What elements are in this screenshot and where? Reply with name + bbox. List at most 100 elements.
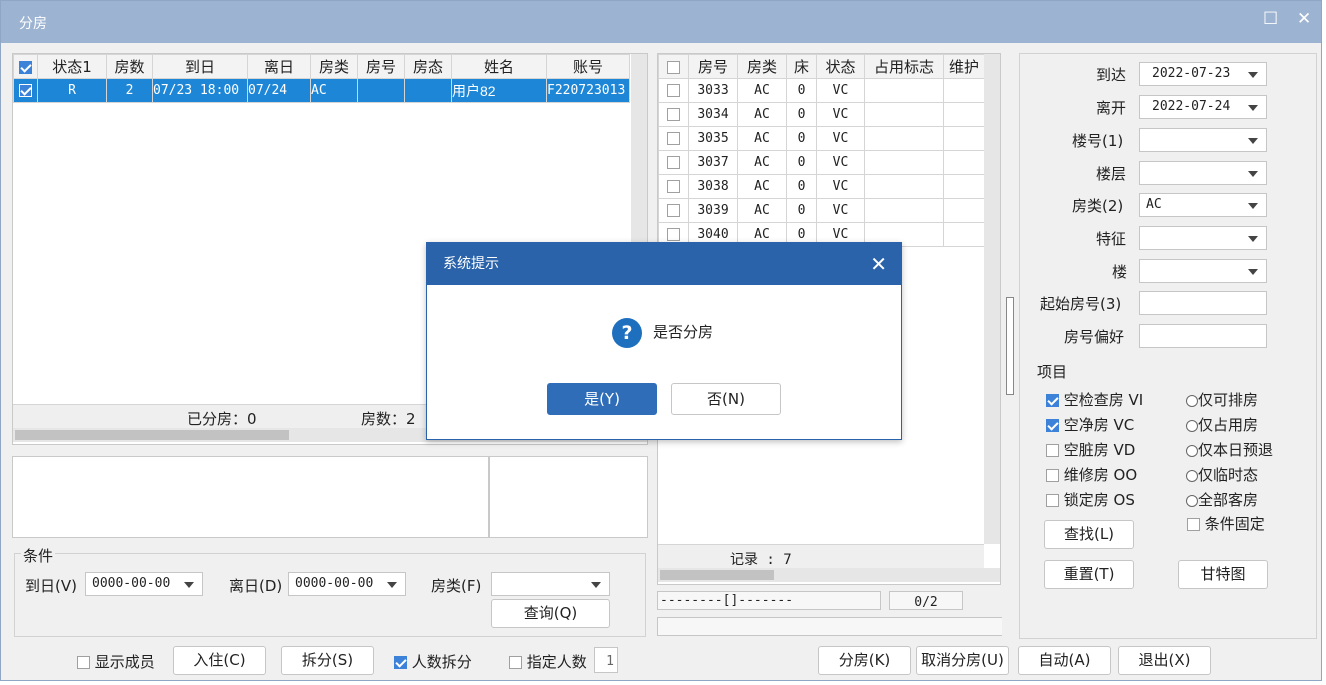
room-state-checkbox[interactable]: 维修房 OO bbox=[1046, 464, 1137, 485]
col-occupancy[interactable]: 占用标志 bbox=[864, 54, 944, 79]
room-hscroll[interactable] bbox=[658, 568, 1000, 582]
start-room-input[interactable] bbox=[1139, 291, 1267, 315]
feature-dropdown[interactable] bbox=[1139, 226, 1267, 250]
row-checkbox[interactable] bbox=[13, 78, 38, 103]
col-room-type[interactable]: 房类 bbox=[737, 54, 787, 79]
start-room-label: 起始房号(3) bbox=[1040, 295, 1122, 313]
row-checkbox[interactable] bbox=[658, 174, 689, 199]
room-scope-radio[interactable]: 仅临时态 bbox=[1186, 464, 1258, 485]
row-checkbox[interactable] bbox=[658, 102, 689, 127]
assign-room-button[interactable]: 分房(K) bbox=[818, 646, 911, 675]
room-scope-radio[interactable]: 仅占用房 bbox=[1186, 414, 1258, 435]
dialog-title: 系统提示 bbox=[443, 256, 499, 272]
chevron-down-icon bbox=[387, 582, 397, 588]
cell-occupancy bbox=[864, 102, 944, 127]
cell-room-no: 3037 bbox=[688, 150, 738, 175]
room-scope-radio[interactable]: 仅本日预退 bbox=[1186, 439, 1273, 460]
room-scope-radio[interactable]: 仅可排房 bbox=[1186, 389, 1258, 410]
yes-button[interactable]: 是(Y) bbox=[547, 383, 657, 415]
cell-occupancy bbox=[864, 198, 944, 223]
col-maintenance[interactable]: 维护 bbox=[943, 54, 985, 79]
reservation-table: 状态1 房数 到日 离日 房类 房号 房态 姓名 账号 R 2 07/23 18… bbox=[13, 54, 630, 103]
progress-count: 0/2 bbox=[889, 591, 963, 610]
col-room-no[interactable]: 房号 bbox=[688, 54, 738, 79]
row-checkbox[interactable] bbox=[658, 78, 689, 103]
building-dropdown[interactable] bbox=[1139, 128, 1267, 152]
status-strip bbox=[657, 617, 1002, 636]
table-row[interactable]: 3033 AC 0 VC bbox=[658, 78, 985, 103]
auto-button[interactable]: 自动(A) bbox=[1018, 646, 1111, 675]
row-checkbox[interactable] bbox=[658, 198, 689, 223]
depart-date-dropdown[interactable]: 0000-00-00 bbox=[288, 572, 406, 596]
col-name[interactable]: 姓名 bbox=[451, 54, 547, 79]
room-select-all-checkbox[interactable] bbox=[658, 54, 689, 79]
room-state-checkbox[interactable]: 空脏房 VD bbox=[1046, 439, 1135, 460]
table-row[interactable]: 3035 AC 0 VC bbox=[658, 126, 985, 151]
specify-people-checkbox[interactable]: 指定人数 bbox=[509, 651, 587, 672]
cell-name: 用户82 bbox=[451, 78, 547, 103]
split-button[interactable]: 拆分(S) bbox=[281, 646, 374, 675]
checkin-button[interactable]: 入住(C) bbox=[173, 646, 266, 675]
cancel-assign-button[interactable]: 取消分房(U) bbox=[916, 646, 1009, 675]
dialog-message: 是否分房 bbox=[653, 323, 714, 341]
room-state-checkbox[interactable]: 空净房 VC bbox=[1046, 414, 1134, 435]
floor-label: 楼层 bbox=[1096, 165, 1127, 183]
chevron-down-icon bbox=[1248, 203, 1258, 209]
table-row[interactable]: 3037 AC 0 VC bbox=[658, 150, 985, 175]
find-button[interactable]: 查找(L) bbox=[1044, 520, 1134, 549]
col-status[interactable]: 状态1 bbox=[37, 54, 107, 79]
arrive-label: 到达 bbox=[1096, 66, 1127, 84]
room-type-dropdown[interactable] bbox=[491, 572, 610, 596]
table-row[interactable]: 3039 AC 0 VC bbox=[658, 198, 985, 223]
room-pref-input[interactable] bbox=[1139, 324, 1267, 348]
cell-bed: 0 bbox=[786, 126, 817, 151]
roomtype-filter-dropdown[interactable]: AC bbox=[1139, 193, 1267, 217]
maximize-icon[interactable]: ☐ bbox=[1263, 9, 1278, 29]
panel-splitter-handle[interactable] bbox=[1006, 297, 1014, 395]
arrive-date-dropdown[interactable]: 0000-00-00 bbox=[85, 572, 203, 596]
room-state-checkbox[interactable]: 空检查房 VI bbox=[1046, 389, 1143, 410]
reset-button[interactable]: 重置(T) bbox=[1044, 560, 1134, 589]
col-type[interactable]: 房类 bbox=[310, 54, 358, 79]
col-count[interactable]: 房数 bbox=[106, 54, 153, 79]
dialog-close-icon[interactable]: ✕ bbox=[870, 243, 887, 285]
arrive-dropdown[interactable]: 2022-07-23 bbox=[1139, 62, 1267, 86]
no-button[interactable]: 否(N) bbox=[671, 383, 781, 415]
exit-button[interactable]: 退出(X) bbox=[1118, 646, 1211, 675]
cell-room-status: VC bbox=[816, 78, 865, 103]
split-by-people-checkbox[interactable]: 人数拆分 bbox=[394, 651, 472, 672]
cell-room bbox=[357, 78, 405, 103]
select-all-checkbox[interactable] bbox=[13, 54, 38, 79]
show-members-checkbox[interactable]: 显示成员 bbox=[77, 651, 155, 672]
leave-dropdown[interactable]: 2022-07-24 bbox=[1139, 95, 1267, 119]
row-checkbox[interactable] bbox=[658, 150, 689, 175]
cell-occupancy bbox=[864, 126, 944, 151]
floor-dropdown[interactable] bbox=[1139, 161, 1267, 185]
room-state-checkbox[interactable]: 锁定房 OS bbox=[1046, 489, 1135, 510]
close-icon[interactable]: ✕ bbox=[1297, 9, 1311, 29]
col-bed[interactable]: 床 bbox=[786, 54, 817, 79]
cell-bed: 0 bbox=[786, 198, 817, 223]
table-row[interactable]: 3038 AC 0 VC bbox=[658, 174, 985, 199]
cell-room-status: VC bbox=[816, 198, 865, 223]
col-room-status[interactable]: 状态 bbox=[816, 54, 865, 79]
query-button[interactable]: 查询(Q) bbox=[491, 599, 610, 628]
col-account[interactable]: 账号 bbox=[546, 54, 630, 79]
col-depart[interactable]: 离日 bbox=[247, 54, 311, 79]
table-row[interactable]: 3034 AC 0 VC bbox=[658, 102, 985, 127]
table-row[interactable]: R 2 07/23 18:00 07/24 AC 用户82 F220723013 bbox=[13, 78, 630, 103]
col-roomstatus[interactable]: 房态 bbox=[404, 54, 452, 79]
room-scope-radio[interactable]: 全部客房 bbox=[1186, 489, 1258, 510]
depart-date-label: 离日(D) bbox=[229, 577, 283, 595]
gantt-button[interactable]: 甘特图 bbox=[1178, 560, 1268, 589]
col-room[interactable]: 房号 bbox=[357, 54, 405, 79]
fixed-condition-checkbox[interactable]: 条件固定 bbox=[1187, 513, 1265, 534]
cell-room-status: VC bbox=[816, 174, 865, 199]
cell-room-no: 3039 bbox=[688, 198, 738, 223]
people-count-input[interactable]: 1 bbox=[594, 647, 618, 673]
room-vscroll[interactable] bbox=[984, 54, 1000, 544]
block-dropdown[interactable] bbox=[1139, 259, 1267, 283]
col-arrive[interactable]: 到日 bbox=[152, 54, 248, 79]
row-checkbox[interactable] bbox=[658, 126, 689, 151]
cell-maintenance bbox=[943, 174, 985, 199]
